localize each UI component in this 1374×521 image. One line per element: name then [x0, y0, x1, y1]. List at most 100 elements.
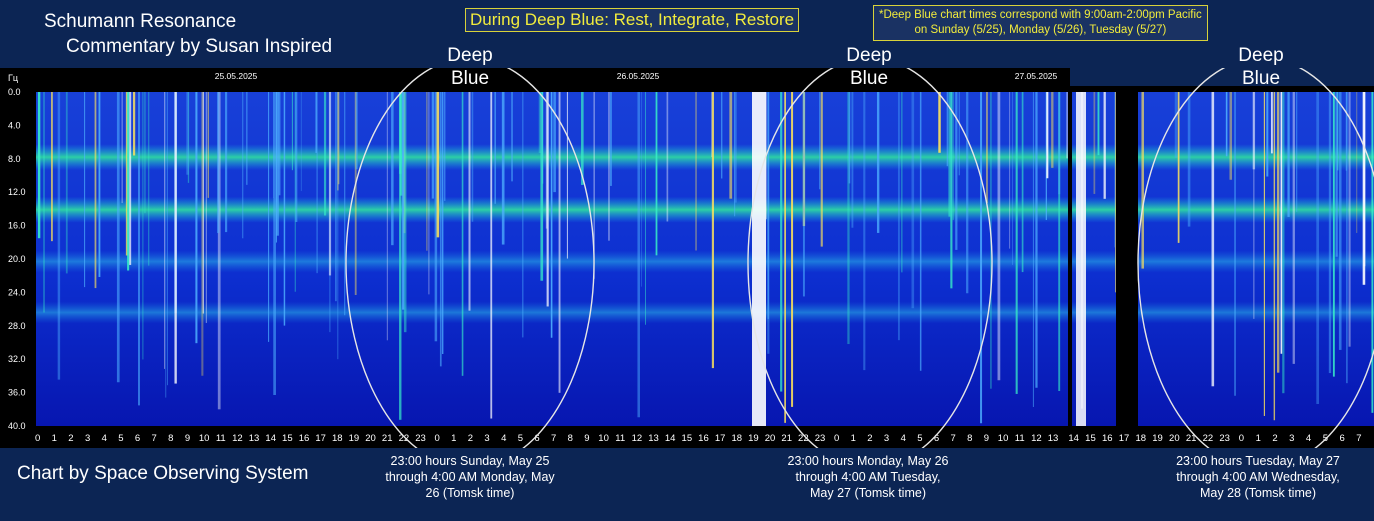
- signal-burst: [1032, 92, 1034, 407]
- x-tick-label: 13: [648, 433, 659, 444]
- signal-burst: [386, 92, 388, 341]
- x-tick-label: 10: [998, 433, 1009, 444]
- signal-burst: [1292, 92, 1295, 364]
- signal-burst: [344, 92, 346, 316]
- x-tick-label: 17: [1119, 433, 1130, 444]
- signal-burst: [1276, 92, 1280, 373]
- signal-burst: [167, 92, 168, 386]
- signal-burst: [428, 92, 430, 295]
- signal-burst: [767, 92, 770, 354]
- signal-burst: [1252, 92, 1256, 170]
- signal-burst: [711, 92, 714, 369]
- strong-burst: [1076, 92, 1086, 426]
- signal-burst: [37, 92, 41, 239]
- signal-burst: [127, 92, 130, 271]
- signal-burst: [436, 92, 440, 238]
- x-tick-label: 10: [598, 433, 609, 444]
- signal-burst: [1266, 92, 1269, 177]
- signal-burst: [338, 92, 340, 185]
- y-tick-label: 36.0: [8, 388, 26, 398]
- strong-burst: [752, 92, 766, 426]
- signal-burst: [403, 92, 407, 333]
- signal-burst: [1338, 92, 1342, 350]
- caption-3: 23:00 hours Tuesday, May 27 through 4:00…: [1143, 453, 1373, 501]
- x-tick-label: 3: [1289, 433, 1294, 444]
- signal-burst: [165, 92, 167, 398]
- signal-burst: [268, 92, 270, 342]
- signal-burst: [1066, 92, 1068, 159]
- signal-burst: [426, 92, 428, 251]
- signal-burst: [911, 92, 915, 309]
- x-tick-label: 0: [834, 433, 839, 444]
- signal-burst: [997, 92, 1001, 381]
- signal-burst: [645, 92, 646, 325]
- x-tick-label: 3: [884, 433, 889, 444]
- timing-note-line1: *Deep Blue chart times correspond with 9…: [879, 9, 1202, 21]
- signal-burst: [1051, 92, 1054, 168]
- signal-burst: [295, 92, 298, 223]
- signal-burst: [1234, 92, 1236, 396]
- x-tick-label: 2: [1272, 433, 1277, 444]
- signal-burst: [546, 92, 549, 307]
- signal-burst: [550, 92, 553, 338]
- signal-burst: [966, 92, 969, 294]
- caption-2-line2: through 4:00 AM Tuesday,: [795, 470, 941, 484]
- y-tick-label: 20.0: [8, 254, 26, 264]
- signal-burst: [729, 92, 733, 199]
- signal-burst: [1362, 92, 1366, 285]
- signal-burst: [461, 92, 464, 376]
- signal-burst: [1177, 92, 1180, 243]
- deep-blue-label-1: Deep Blue: [420, 44, 520, 90]
- x-tick-label: 2: [468, 433, 473, 444]
- signal-burst: [655, 92, 658, 256]
- deep-blue-label-3-line2: Blue: [1241, 68, 1281, 89]
- signal-burst: [780, 92, 783, 392]
- signal-burst: [1270, 92, 1273, 154]
- signal-burst: [637, 92, 641, 418]
- y-unit-label: Гц: [8, 73, 18, 83]
- signal-burst: [283, 92, 286, 326]
- signal-burst: [948, 92, 951, 217]
- deep-blue-label-2: Deep Blue: [819, 44, 919, 90]
- signal-burst: [802, 92, 805, 297]
- spectrogram-chart: Гц 0.0 4.0 8.0 12.0 16.0 20.0 24.0 28.0 32.0 36.0 4…: [0, 68, 1374, 448]
- x-tick-label: 18: [1135, 433, 1146, 444]
- signal-burst: [511, 92, 513, 182]
- caption-2-line1: 23:00 hours Monday, May 26: [787, 454, 949, 468]
- signal-burst: [51, 92, 53, 242]
- signal-burst: [494, 92, 496, 204]
- x-tick-label: 19: [349, 433, 360, 444]
- x-tick-label: 1: [851, 433, 856, 444]
- chart-credit: Chart by Space Observing System: [17, 463, 309, 484]
- signal-burst: [1015, 92, 1018, 394]
- signal-burst: [848, 92, 851, 184]
- x-tick-label: 5: [518, 433, 523, 444]
- signal-burst: [323, 92, 327, 216]
- y-tick-label: 12.0: [8, 187, 26, 197]
- signal-burst: [1211, 92, 1215, 387]
- x-tick-label: 12: [632, 433, 643, 444]
- x-tick-label: 18: [731, 433, 742, 444]
- y-tick-label: 8.0: [8, 154, 21, 164]
- x-tick-label: 5: [118, 433, 123, 444]
- timing-note: *Deep Blue chart times correspond with 9…: [873, 5, 1208, 41]
- x-tick-label: 1: [451, 433, 456, 444]
- x-tick-label: 16: [1102, 433, 1113, 444]
- caption-1: 23:00 hours Sunday, May 25 through 4:00 …: [355, 453, 585, 501]
- signal-burst: [876, 92, 880, 233]
- x-tick-label: 22: [1203, 433, 1214, 444]
- signal-burst: [1282, 92, 1285, 394]
- x-tick-label: 20: [365, 433, 376, 444]
- signal-burst: [337, 92, 339, 360]
- signal-burst: [1035, 92, 1038, 388]
- x-tick-label: 19: [748, 433, 759, 444]
- caption-1-line2: through 4:00 AM Monday, May: [385, 470, 555, 484]
- signal-burst: [471, 92, 474, 222]
- signal-burst: [278, 92, 281, 196]
- x-tick-label: 11: [615, 433, 625, 444]
- signal-burst: [1021, 92, 1024, 273]
- x-tick-label: 6: [135, 433, 140, 444]
- date-label: 25.05.2025: [215, 71, 258, 81]
- signal-burst: [195, 92, 198, 344]
- signal-burst: [522, 92, 524, 338]
